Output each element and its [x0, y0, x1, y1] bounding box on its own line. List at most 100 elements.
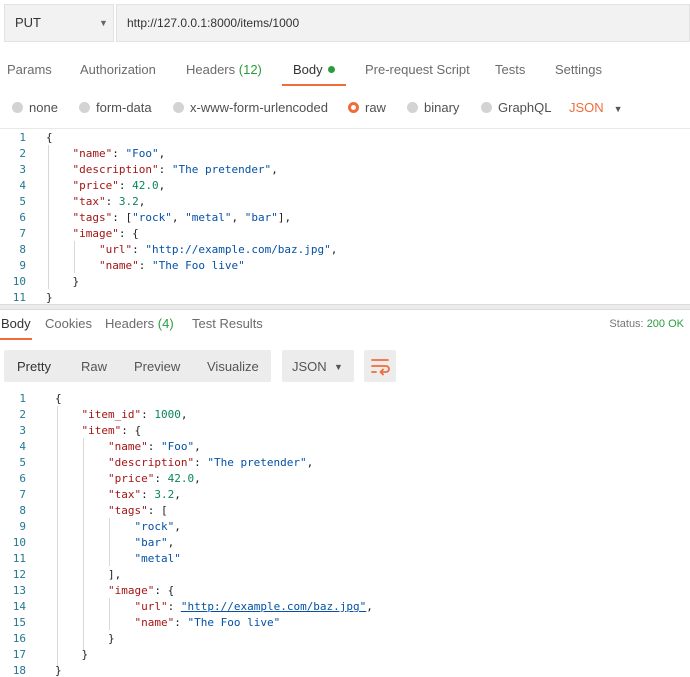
code-line: "name": "Foo",: [72, 147, 166, 160]
code-line: "tags": [: [107, 504, 168, 517]
line-number: 11: [12, 552, 26, 565]
tab-headers[interactable]: Headers (12): [186, 62, 262, 77]
code-line: }: [46, 291, 53, 304]
view-raw-button[interactable]: Raw: [81, 359, 107, 374]
response-tab-test-results[interactable]: Test Results: [192, 316, 263, 331]
indent-guide: [83, 438, 84, 650]
line-number: 2: [19, 408, 26, 421]
line-number: 5: [19, 195, 26, 208]
radio-button: [407, 102, 418, 113]
code-line: }: [46, 275, 80, 288]
tab-authorization[interactable]: Authorization: [80, 62, 156, 77]
line-number: 12: [12, 568, 26, 581]
line-number: 1: [19, 392, 26, 405]
line-number: 4: [19, 440, 26, 453]
code-line: "price": 42.0,: [72, 179, 166, 192]
response-headers-count: (4): [157, 316, 174, 331]
body-format-select[interactable]: JSON ▼: [569, 100, 623, 115]
response-tab-headers[interactable]: Headers (4): [105, 316, 174, 331]
code-line: "image": {: [107, 584, 175, 597]
code-line: "url": "http://example.com/baz.jpg",: [98, 243, 338, 256]
radio-button: [173, 102, 184, 113]
chevron-down-icon: ▼: [334, 362, 343, 372]
radio-graphql[interactable]: GraphQL: [481, 100, 551, 115]
response-format-label: JSON: [292, 359, 327, 374]
body-indicator-dot: [327, 66, 335, 73]
tab-prerequest-script[interactable]: Pre-request Script: [365, 62, 470, 77]
code-line: ],: [55, 568, 122, 581]
response-format-select[interactable]: JSON ▼: [282, 350, 354, 382]
response-view-group: Pretty Raw Preview Visualize: [4, 350, 271, 382]
radio-none-label: none: [29, 100, 58, 115]
request-body-editor[interactable]: 1 {2 "name": "Foo", 3 "description": "The …: [0, 128, 690, 305]
line-number: 5: [19, 456, 26, 469]
code-line: "tags": ["rock", "metal", "bar"],: [72, 211, 292, 224]
line-number: 7: [19, 488, 26, 501]
code-line: "name": "The Foo live": [134, 616, 281, 629]
line-number: 1: [19, 131, 26, 144]
line-number: 15: [12, 616, 26, 629]
line-number: 13: [12, 584, 26, 597]
headers-count: (12): [238, 62, 262, 77]
response-tab-body[interactable]: Body: [1, 316, 31, 331]
line-number: 6: [19, 211, 26, 224]
chevron-down-icon: ▼: [613, 104, 623, 114]
line-number: 9: [19, 259, 26, 272]
radio-binary[interactable]: binary: [407, 100, 459, 115]
tab-headers-label: Headers: [186, 62, 236, 77]
view-visualize-button[interactable]: Visualize: [207, 359, 259, 374]
wrap-lines-button[interactable]: [364, 350, 396, 382]
code-line: "rock",: [134, 520, 181, 533]
line-number: 4: [19, 179, 26, 192]
radio-urlencoded[interactable]: x-www-form-urlencoded: [173, 100, 328, 115]
radio-binary-label: binary: [424, 100, 460, 115]
line-number: 17: [12, 648, 26, 661]
line-number: 10: [12, 536, 26, 549]
tab-body-label: Body: [293, 62, 323, 77]
radio-button-selected: [348, 102, 359, 113]
line-number: 2: [19, 147, 26, 160]
code-line: "tax": 3.2,: [107, 488, 181, 501]
status-label: Status:: [609, 318, 644, 330]
code-line: "name": "The Foo live": [98, 259, 245, 272]
code-line: }: [55, 632, 115, 645]
method-select[interactable]: PUT ▼: [4, 4, 114, 42]
indent-guide: [57, 406, 58, 666]
line-number: 6: [19, 472, 26, 485]
method-label: PUT: [15, 15, 41, 30]
tab-params[interactable]: Params: [7, 62, 52, 77]
code-line: {: [46, 131, 53, 144]
code-line: {: [55, 392, 62, 405]
indent-guide: [74, 241, 75, 273]
response-body-viewer[interactable]: 1 {2 "item_id": 1000, 3 "item": {4 "name":…: [0, 390, 690, 677]
indent-guide: [48, 145, 49, 289]
response-tab-headers-label: Headers: [105, 316, 155, 331]
code-line: "name": "Foo",: [107, 440, 201, 453]
tab-settings[interactable]: Settings: [555, 62, 602, 77]
line-number: 11: [12, 291, 26, 304]
radio-form-data[interactable]: form-data: [79, 100, 152, 115]
code-line: "item": {: [81, 424, 142, 437]
response-status: Status: 200 OK: [609, 318, 684, 330]
radio-graphql-label: GraphQL: [498, 100, 552, 115]
wrap-lines-icon: [371, 359, 390, 376]
tab-tests[interactable]: Tests: [495, 62, 525, 77]
code-line: "tax": 3.2,: [72, 195, 146, 208]
url-input[interactable]: http://127.0.0.1:8000/items/1000: [116, 4, 690, 42]
indent-guide: [109, 518, 110, 566]
line-number: 10: [12, 275, 26, 288]
indent-guide: [109, 598, 110, 630]
radio-raw[interactable]: raw: [348, 100, 386, 115]
response-tab-cookies[interactable]: Cookies: [45, 316, 92, 331]
chevron-down-icon: ▼: [99, 18, 108, 28]
pane-divider[interactable]: [0, 304, 690, 310]
code-line: "url": "http://example.com/baz.jpg",: [134, 600, 373, 613]
line-number: 8: [19, 243, 26, 256]
view-preview-button[interactable]: Preview: [134, 359, 180, 374]
line-number: 3: [19, 163, 26, 176]
line-number: 9: [19, 520, 26, 533]
view-pretty-button[interactable]: Pretty: [17, 359, 51, 374]
tab-body[interactable]: Body: [293, 62, 335, 77]
radio-none[interactable]: none: [12, 100, 58, 115]
code-line: "description": "The pretender",: [107, 456, 314, 469]
